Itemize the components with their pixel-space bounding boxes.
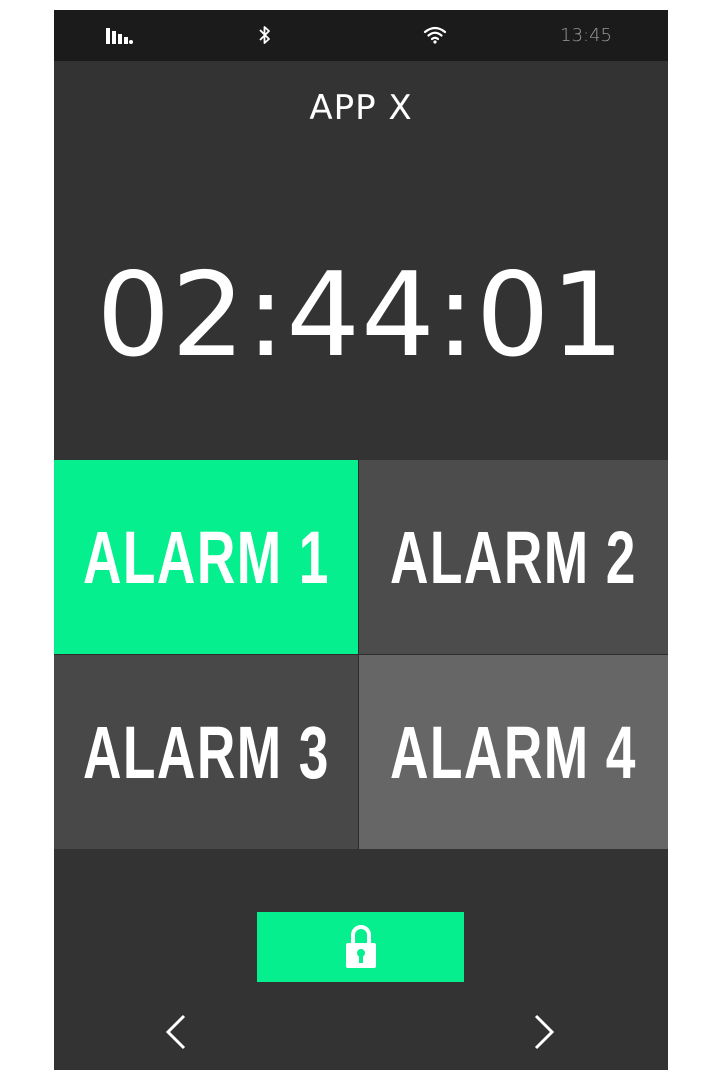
alarm-3-button[interactable]: ALARM 3 [54, 655, 358, 849]
alarm-4-button[interactable]: ALARM 4 [359, 655, 668, 849]
app-title: APP X [309, 88, 413, 128]
wifi-icon [423, 26, 447, 44]
phone-screen: 13:45 APP X 02:44:01 ALARM 1 ALARM 2 ALA… [54, 10, 668, 1070]
tile-divider-horizontal [54, 654, 668, 655]
alarm-1-button[interactable]: ALARM 1 [54, 460, 358, 654]
chevron-right-icon[interactable] [528, 1012, 558, 1052]
alarm-4-label: ALARM 4 [390, 710, 637, 794]
chevron-left-icon[interactable] [162, 1012, 192, 1052]
status-bar: 13:45 [54, 10, 668, 61]
bluetooth-icon [259, 26, 270, 44]
lock-button[interactable] [257, 912, 464, 982]
alarm-2-label: ALARM 2 [390, 515, 637, 599]
countdown-timer: 02:44:01 [96, 248, 626, 383]
alarm-1-label: ALARM 1 [82, 515, 330, 599]
signal-bars-icon [106, 28, 133, 44]
alarm-2-button[interactable]: ALARM 2 [359, 460, 668, 654]
padlock-unlocked-icon [345, 925, 376, 968]
status-clock: 13:45 [560, 25, 612, 46]
alarm-3-label: ALARM 3 [82, 710, 330, 794]
